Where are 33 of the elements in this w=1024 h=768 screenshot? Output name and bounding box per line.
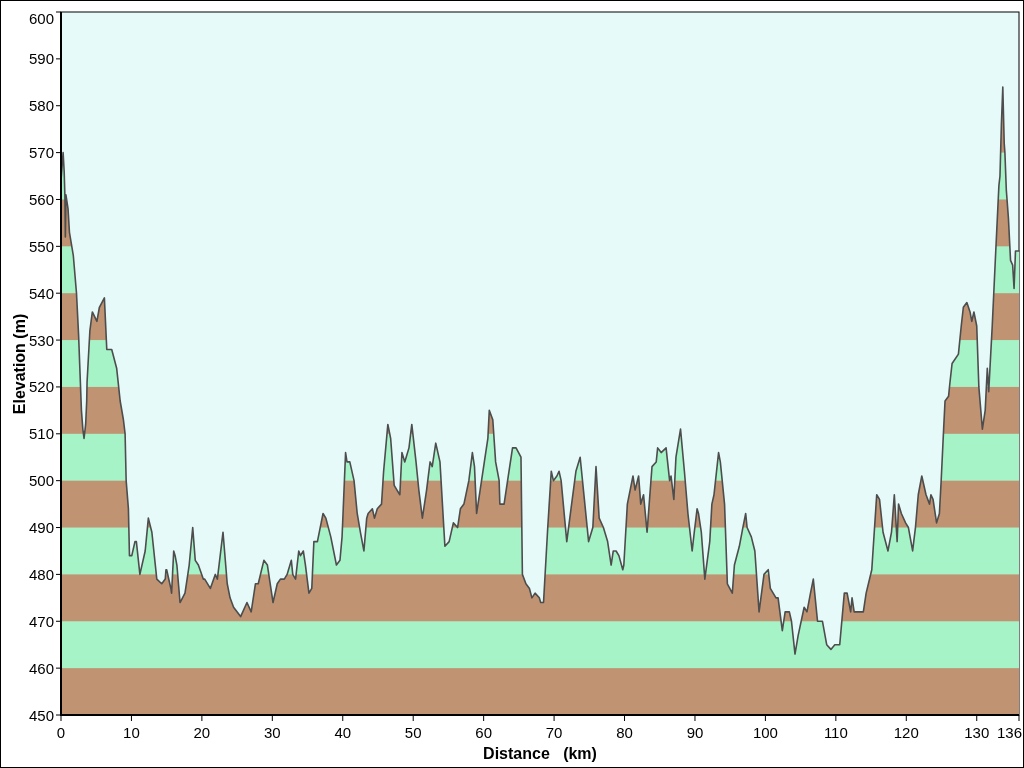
y-tick-label: 490: [28, 519, 54, 537]
x-tick-label: 136: [996, 724, 1022, 741]
y-tick-label: 580: [28, 97, 54, 115]
y-tick-label: 480: [28, 565, 54, 583]
y-axis-title: Elevation (m): [11, 313, 28, 415]
y-tick-label: 570: [28, 144, 54, 162]
y-tick-label: 510: [28, 425, 54, 443]
y-tick-label: 460: [28, 659, 54, 677]
y-tick-label: 500: [28, 472, 54, 490]
y-tick-label: 560: [28, 190, 54, 208]
y-tick-label: 470: [28, 612, 54, 630]
y-tick-label: 550: [28, 237, 54, 255]
x-tick-label: 50: [404, 724, 422, 741]
x-tick-label: 60: [475, 724, 492, 741]
x-tick-label: 110: [823, 724, 848, 741]
y-tick-label: 450: [28, 706, 54, 724]
x-tick-label: 80: [616, 724, 633, 741]
y-tick-label: 600: [28, 10, 54, 27]
x-tick-label: 120: [893, 724, 919, 741]
x-tick-label: 130: [964, 724, 990, 741]
x-tick-label: 0: [56, 724, 66, 741]
y-tick-label: 530: [28, 331, 54, 349]
x-tick-label: 70: [545, 724, 563, 741]
x-tick-label: 30: [264, 724, 281, 741]
x-axis-title: Distance (km): [483, 745, 597, 762]
x-tick-label: 100: [752, 724, 778, 741]
y-tick-label: 520: [28, 378, 54, 396]
x-tick-label: 10: [123, 724, 140, 741]
y-tick-label: 590: [28, 50, 54, 68]
y-tick-label: 540: [28, 284, 54, 302]
x-tick-label: 20: [193, 724, 211, 741]
x-tick-label: 40: [334, 724, 352, 741]
x-tick-label: 90: [686, 724, 704, 741]
